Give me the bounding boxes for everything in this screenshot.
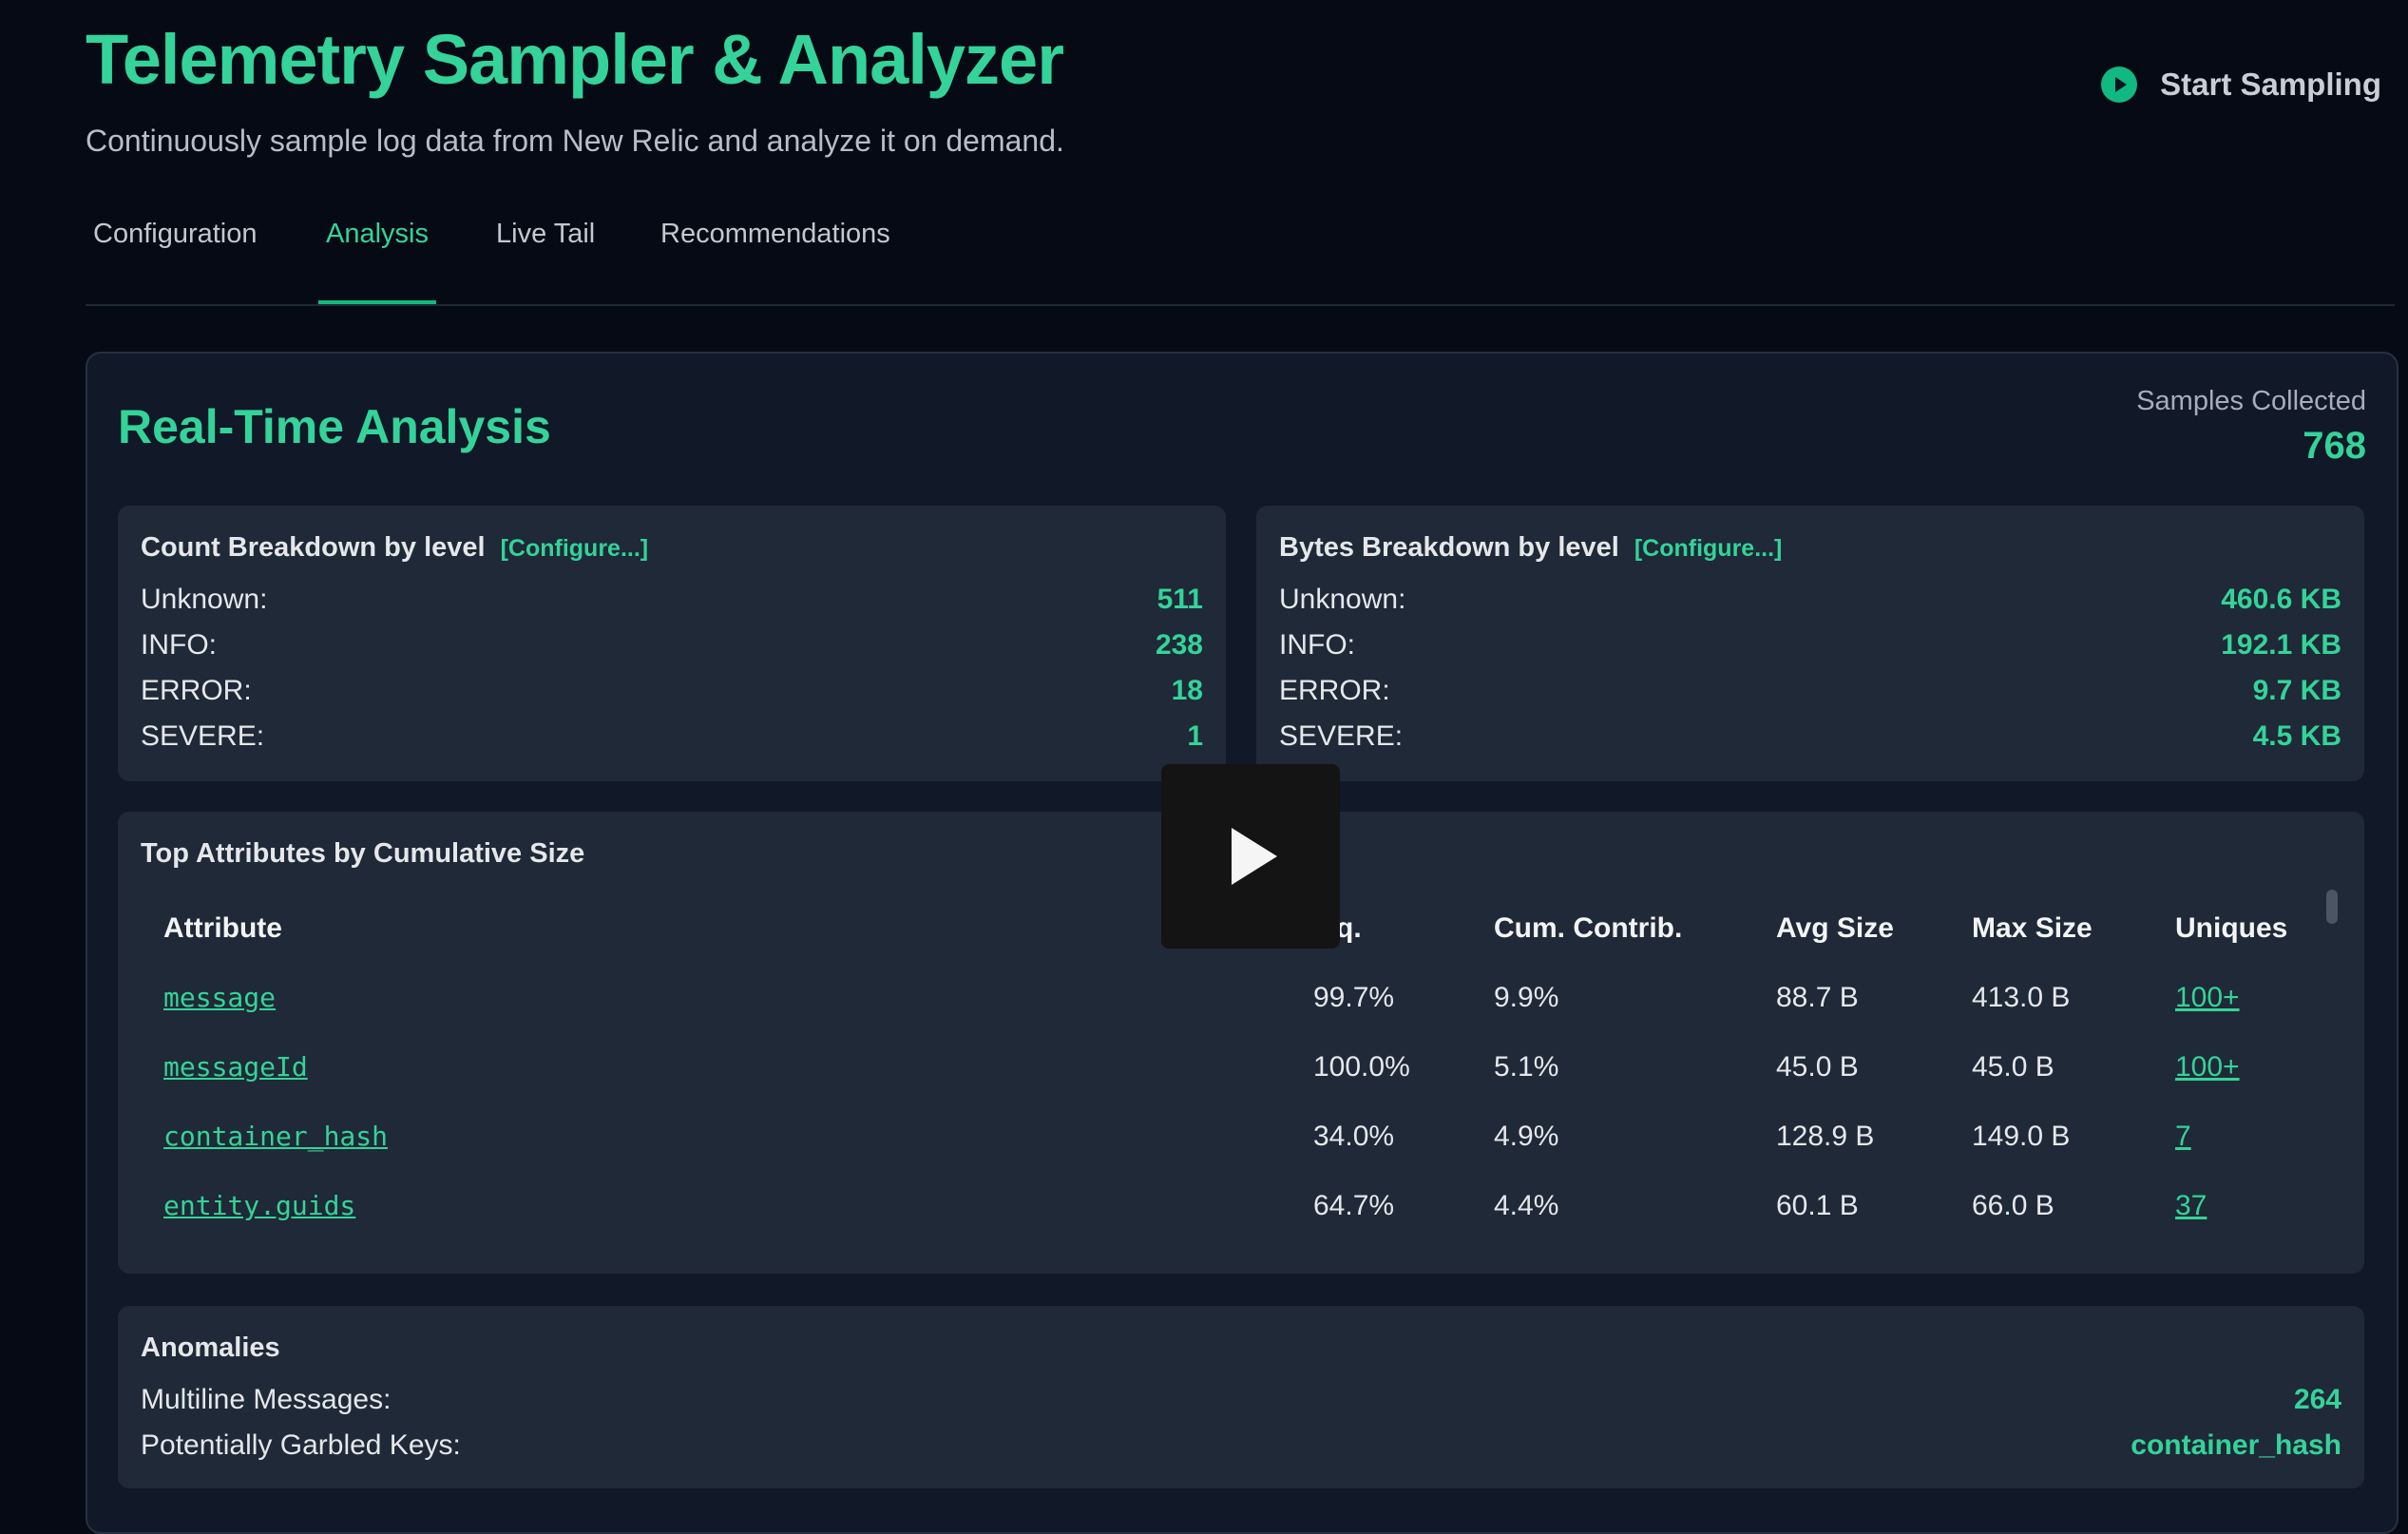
col-frequency[interactable]: q. [1336,912,1362,945]
count-configure-link[interactable]: [Configure...] [501,535,649,563]
cum-cell: 9.9% [1494,982,1559,1013]
avg-cell: 45.0 B [1776,1051,1859,1083]
anomalies-title: Anomalies [141,1333,280,1363]
avg-cell: 128.9 B [1776,1121,1875,1152]
tab-configuration[interactable]: Configuration [86,219,265,302]
count-value: 238 [1155,629,1203,661]
app-header: Telemetry Sampler & Analyzer Continuousl… [86,17,1064,159]
bytes-row: INFO: 192.1 KB [1279,629,2341,662]
attribute-link[interactable]: messageId [163,1051,308,1083]
bytes-label: INFO: [1279,629,1355,661]
avg-cell: 60.1 B [1776,1190,1859,1221]
anomalies-card: Anomalies Multiline Messages: 264 Potent… [118,1306,2364,1488]
max-cell: 149.0 B [1972,1121,2071,1152]
attribute-link[interactable]: message [163,982,276,1013]
anomaly-value: 264 [2293,1384,2341,1415]
start-sampling-label: Start Sampling [2160,67,2381,102]
app-subtitle: Continuously sample log data from New Re… [86,124,1064,158]
uniques-link[interactable]: 37 [2175,1190,2207,1222]
analysis-title: Real-Time Analysis [118,400,551,453]
cum-cell: 5.1% [1494,1051,1559,1083]
max-cell: 45.0 B [1972,1051,2054,1083]
bytes-value: 192.1 KB [2221,629,2341,661]
tab-live-tail[interactable]: Live Tail [488,219,602,302]
samples-label: Samples Collected [2136,386,2366,416]
anomaly-label: Potentially Garbled Keys: [141,1429,461,1461]
table-row: entity.guids 64.7% 4.4% 60.1 B 66.0 B 37 [141,1190,2341,1247]
count-value: 1 [1187,720,1203,752]
bytes-value: 460.6 KB [2221,584,2341,615]
bytes-row: Unknown: 460.6 KB [1279,584,2341,616]
app-title: Telemetry Sampler & Analyzer [86,20,1064,99]
cum-cell: 4.9% [1494,1121,1559,1152]
anomaly-label: Multiline Messages: [141,1384,392,1415]
col-uniques[interactable]: Uniques [2175,912,2287,945]
count-breakdown-title: Count Breakdown by level [141,532,486,563]
count-label: INFO: [141,629,217,661]
play-circle-icon [2101,67,2138,103]
count-row: ERROR: 18 [141,675,1203,707]
bytes-value: 9.7 KB [2252,675,2341,706]
uniques-link[interactable]: 100+ [2175,1051,2240,1083]
samples-collected: Samples Collected 768 [2136,386,2366,468]
bytes-configure-link[interactable]: [Configure...] [1634,535,1783,563]
freq-cell: 99.7% [1313,982,1395,1013]
tab-recommendations[interactable]: Recommendations [653,219,898,302]
count-label: Unknown: [141,584,268,615]
count-label: SEVERE: [141,720,265,752]
bytes-label: SEVERE: [1279,720,1404,752]
count-breakdown-card: Count Breakdown by level [Configure...] … [118,506,1226,781]
table-row: container_hash 34.0% 4.9% 128.9 B 149.0 … [141,1121,2341,1178]
bytes-row: SEVERE: 4.5 KB [1279,720,2341,753]
col-attribute[interactable]: Attribute [163,912,282,945]
count-value: 511 [1156,584,1203,615]
avg-cell: 88.7 B [1776,982,1859,1013]
uniques-link[interactable]: 7 [2175,1121,2191,1153]
col-cum-contrib[interactable]: Cum. Contrib. [1494,912,1682,945]
bytes-label: ERROR: [1279,675,1390,706]
anomaly-value: container_hash [2131,1429,2341,1461]
tab-analysis[interactable]: Analysis [318,219,436,304]
tab-bar: Configuration Analysis Live Tail Recomme… [86,219,2395,306]
count-row: Unknown: 511 [141,584,1203,616]
bytes-row: ERROR: 9.7 KB [1279,675,2341,707]
bytes-breakdown-title: Bytes Breakdown by level [1279,532,1619,563]
bytes-breakdown-card: Bytes Breakdown by level [Configure...] … [1256,506,2364,781]
cum-cell: 4.4% [1494,1190,1559,1221]
top-attributes-title: Top Attributes by Cumulative Size [141,838,585,869]
attribute-link[interactable]: entity.guids [163,1190,355,1221]
count-label: ERROR: [141,675,252,706]
freq-cell: 100.0% [1313,1051,1410,1083]
bytes-label: Unknown: [1279,584,1406,615]
uniques-link[interactable]: 100+ [2175,982,2240,1014]
samples-value: 768 [2303,425,2366,467]
freq-cell: 34.0% [1313,1121,1395,1152]
count-value: 18 [1171,675,1203,706]
table-row: message 99.7% 9.9% 88.7 B 413.0 B 100+ [141,982,2341,1039]
video-play-icon[interactable] [1161,764,1340,949]
bytes-value: 4.5 KB [2252,720,2341,752]
anomaly-row: Potentially Garbled Keys: container_hash [141,1429,2341,1462]
count-row: SEVERE: 1 [141,720,1203,753]
start-sampling-button[interactable]: Start Sampling [2101,67,2381,103]
max-cell: 66.0 B [1972,1190,2054,1221]
count-row: INFO: 238 [141,629,1203,662]
table-row: messageId 100.0% 5.1% 45.0 B 45.0 B 100+ [141,1051,2341,1108]
freq-cell: 64.7% [1313,1190,1395,1221]
col-avg-size[interactable]: Avg Size [1776,912,1894,945]
col-max-size[interactable]: Max Size [1972,912,2093,945]
max-cell: 413.0 B [1972,982,2071,1013]
anomaly-row: Multiline Messages: 264 [141,1384,2341,1416]
attribute-link[interactable]: container_hash [163,1121,388,1152]
